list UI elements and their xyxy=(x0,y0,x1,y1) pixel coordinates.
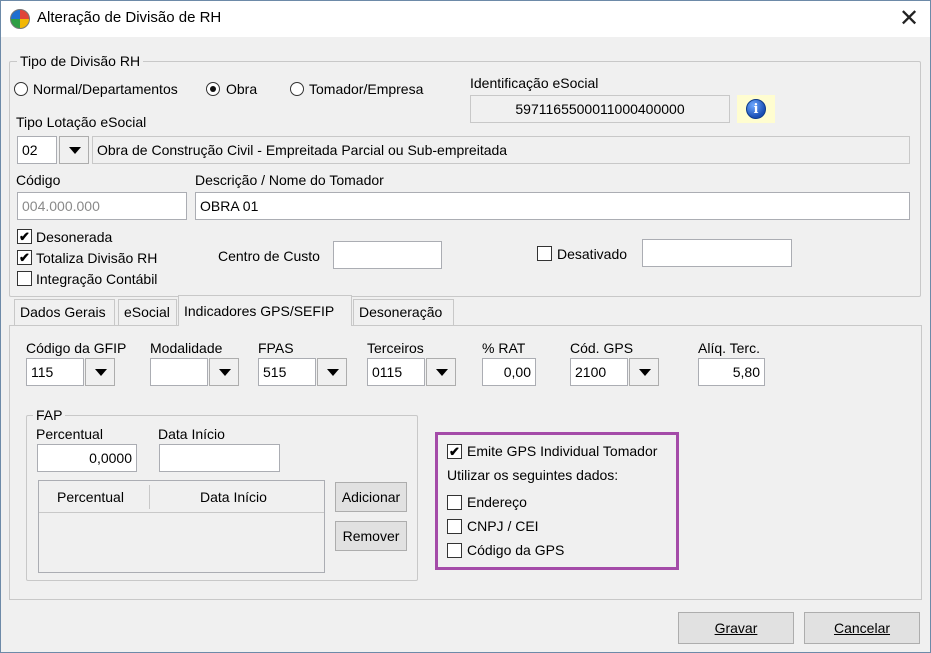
endereco-checkbox[interactable] xyxy=(447,495,462,510)
descricao-label: Descrição / Nome do Tomador xyxy=(195,172,384,188)
dialog-window: Alteração de Divisão de RH ✕ Tipo de Div… xyxy=(0,0,931,653)
gravar-button[interactable]: Gravar xyxy=(678,612,794,644)
aliq-terc-field[interactable]: 5,80 xyxy=(698,358,765,386)
fap-grid-col-divider xyxy=(149,485,150,509)
fpas-field[interactable]: 515 xyxy=(258,358,316,386)
fap-grid-col-percentual[interactable]: Percentual xyxy=(57,489,124,505)
remover-button[interactable]: Remover xyxy=(335,521,407,551)
adicionar-button[interactable]: Adicionar xyxy=(335,482,407,512)
modalidade-field[interactable] xyxy=(150,358,208,386)
emite-gps-label: Emite GPS Individual Tomador xyxy=(467,443,658,459)
desativado-field[interactable] xyxy=(642,239,792,267)
radio-tomador-empresa[interactable] xyxy=(290,82,304,96)
terceiros-field[interactable]: 0115 xyxy=(367,358,425,386)
descricao-field[interactable]: OBRA 01 xyxy=(195,192,910,220)
cod-gps-field[interactable]: 2100 xyxy=(570,358,628,386)
identificacao-label: Identificação eSocial xyxy=(470,75,599,91)
tipo-lotacao-label: Tipo Lotação eSocial xyxy=(16,114,147,130)
cancelar-label: Cancelar xyxy=(833,620,891,636)
codigo-label: Código xyxy=(16,172,61,188)
integracao-label: Integração Contábil xyxy=(36,271,158,287)
fpas-dropdown[interactable] xyxy=(317,358,347,386)
info-icon: i xyxy=(746,99,766,119)
fap-percentual-label: Percentual xyxy=(36,426,103,442)
tab-esocial[interactable]: eSocial xyxy=(118,299,177,325)
fap-grid-col-data-inicio[interactable]: Data Início xyxy=(200,489,267,505)
gravar-label: Gravar xyxy=(714,620,758,636)
fpas-label: FPAS xyxy=(258,340,294,356)
codigo-field[interactable]: 004.000.000 xyxy=(17,192,187,220)
app-icon xyxy=(10,9,30,29)
cod-gps-label: Cód. GPS xyxy=(570,340,634,356)
terceiros-dropdown[interactable] xyxy=(426,358,456,386)
tipo-divisao-legend: Tipo de Divisão RH xyxy=(17,53,144,69)
centro-custo-label: Centro de Custo xyxy=(218,248,320,264)
close-icon: ✕ xyxy=(898,5,920,32)
identificacao-field: 5971165500011000400000 xyxy=(470,95,730,123)
tab-dados-gerais[interactable]: Dados Gerais xyxy=(14,299,115,325)
codigo-gps-checkbox[interactable] xyxy=(447,543,462,558)
emite-gps-checkbox[interactable]: ✔ xyxy=(447,444,462,459)
cancelar-button[interactable]: Cancelar xyxy=(804,612,920,644)
radio-tomador-label: Tomador/Empresa xyxy=(309,81,424,97)
aliq-terc-label: Alíq. Terc. xyxy=(698,340,760,356)
radio-normal-label: Normal/Departamentos xyxy=(33,81,178,97)
info-button[interactable]: i xyxy=(737,95,775,123)
tipo-lotacao-dropdown[interactable] xyxy=(59,136,89,164)
desativado-label: Desativado xyxy=(557,246,628,262)
cnpj-cei-checkbox[interactable] xyxy=(447,519,462,534)
utilizar-dados-label: Utilizar os seguintes dados: xyxy=(447,467,619,483)
totaliza-label: Totaliza Divisão RH xyxy=(36,250,158,266)
modalidade-label: Modalidade xyxy=(150,340,223,356)
codigo-gfip-dropdown[interactable] xyxy=(85,358,115,386)
desonerada-label: Desonerada xyxy=(36,229,113,245)
totaliza-checkbox[interactable]: ✔ xyxy=(17,250,32,265)
desonerada-checkbox[interactable]: ✔ xyxy=(17,229,32,244)
radio-obra[interactable] xyxy=(206,82,220,96)
tab-desoneracao[interactable]: Desoneração xyxy=(353,299,454,325)
fap-grid-header: Percentual Data Início xyxy=(39,481,324,513)
cnpj-cei-label: CNPJ / CEI xyxy=(467,518,539,534)
cod-gps-dropdown[interactable] xyxy=(629,358,659,386)
codigo-gfip-field[interactable]: 115 xyxy=(26,358,84,386)
rat-label: % RAT xyxy=(482,340,526,356)
fap-percentual-field[interactable]: 0,0000 xyxy=(37,444,137,472)
codigo-gps-label: Código da GPS xyxy=(467,542,565,558)
desativado-checkbox[interactable] xyxy=(537,246,552,261)
fap-grid[interactable]: Percentual Data Início xyxy=(38,480,325,573)
endereco-label: Endereço xyxy=(467,494,527,510)
rat-field[interactable]: 0,00 xyxy=(482,358,536,386)
radio-obra-label: Obra xyxy=(226,81,258,97)
tipo-lotacao-description: Obra de Construção Civil - Empreitada Pa… xyxy=(92,136,910,164)
tab-indicadores-gps-sefip[interactable]: Indicadores GPS/SEFIP xyxy=(178,295,352,326)
modalidade-dropdown[interactable] xyxy=(209,358,239,386)
fap-legend: FAP xyxy=(33,407,66,423)
fap-data-inicio-field[interactable] xyxy=(159,444,280,472)
close-button[interactable]: ✕ xyxy=(889,3,929,35)
radio-normal-departamentos[interactable] xyxy=(14,82,28,96)
terceiros-label: Terceiros xyxy=(367,340,424,356)
window-title: Alteração de Divisão de RH xyxy=(37,9,222,26)
centro-custo-field[interactable] xyxy=(333,241,442,269)
tipo-lotacao-code[interactable]: 02 xyxy=(17,136,57,164)
title-bar[interactable]: Alteração de Divisão de RH ✕ xyxy=(1,1,930,37)
fap-data-inicio-label: Data Início xyxy=(158,426,225,442)
codigo-gfip-label: Código da GFIP xyxy=(26,340,127,356)
integracao-checkbox[interactable] xyxy=(17,271,32,286)
